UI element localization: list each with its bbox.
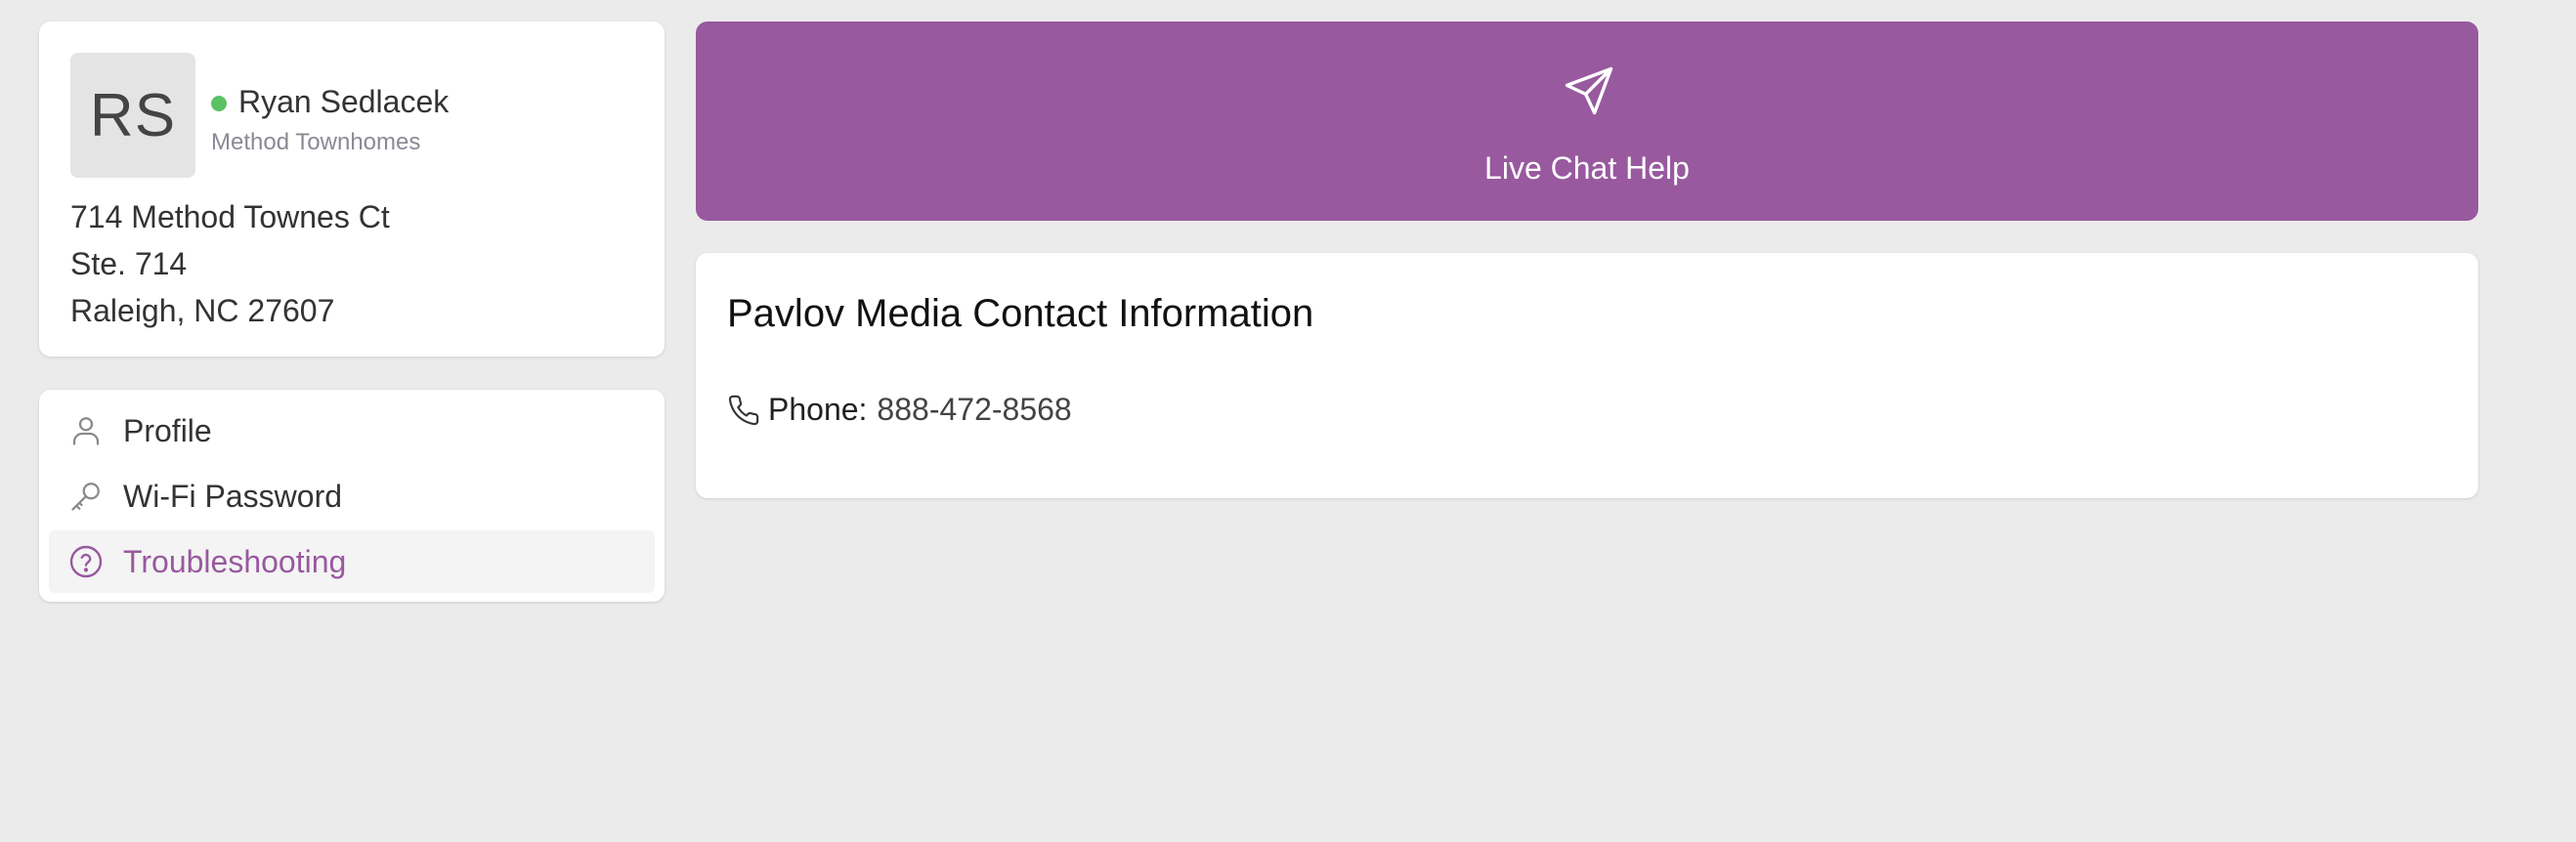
phone-icon	[728, 395, 759, 425]
nav-item-wifi-password[interactable]: Wi-Fi Password	[49, 465, 655, 527]
nav-item-label: Wi-Fi Password	[123, 478, 343, 514]
address-line: Ste. 714	[70, 246, 188, 281]
live-chat-button[interactable]: Live Chat Help	[696, 21, 2478, 221]
person-icon	[68, 413, 104, 448]
company-name: Method Townhomes	[211, 129, 421, 155]
phone-label: Phone:	[768, 392, 868, 427]
contact-info-card: Pavlov Media Contact Information Phone: …	[696, 253, 2478, 498]
nav-menu: Profile Wi-Fi Password Troubleshooting	[39, 390, 665, 602]
phone-row: Phone: 888-472-8568	[727, 392, 1072, 428]
address-line: 714 Method Townes Ct	[70, 199, 390, 234]
key-icon	[68, 479, 104, 514]
online-status-dot	[211, 96, 227, 111]
phone-number: 888-472-8568	[877, 392, 1072, 427]
profile-card: RS Ryan Sedlacek Method Townhomes 714 Me…	[39, 21, 665, 357]
address: 714 Method Townes Ct Ste. 714 Raleigh, N…	[70, 193, 390, 334]
nav-item-troubleshooting[interactable]: Troubleshooting	[49, 530, 655, 593]
address-line: Raleigh, NC 27607	[70, 293, 335, 328]
live-chat-label: Live Chat Help	[1484, 150, 1690, 186]
nav-item-profile[interactable]: Profile	[49, 400, 655, 462]
paper-plane-icon	[1565, 66, 1613, 115]
contact-title: Pavlov Media Contact Information	[727, 292, 1314, 335]
avatar: RS	[70, 53, 195, 178]
question-circle-icon	[68, 544, 104, 579]
user-name: Ryan Sedlacek	[238, 84, 450, 119]
nav-item-label: Troubleshooting	[123, 543, 347, 579]
nav-item-label: Profile	[123, 412, 212, 448]
